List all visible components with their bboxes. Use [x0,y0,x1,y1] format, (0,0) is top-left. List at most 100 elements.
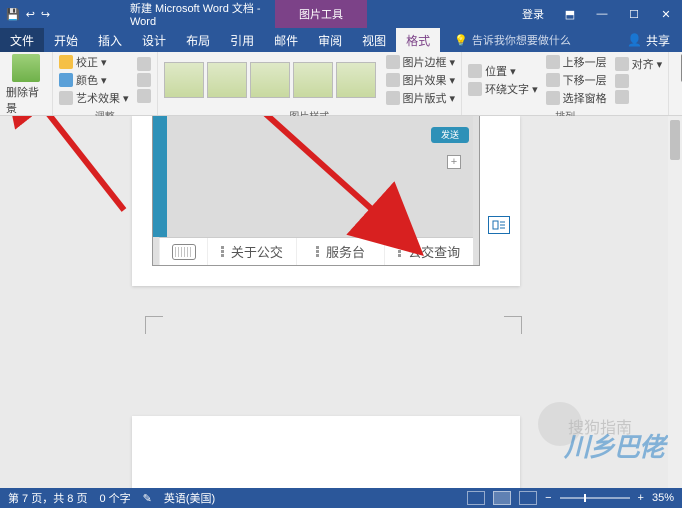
change-picture-button[interactable] [137,73,151,87]
menu-icon [316,246,322,257]
vertical-scrollbar[interactable] [668,116,682,488]
align-icon [615,57,629,71]
tab-file[interactable]: 文件 [0,28,44,52]
group-arrange: 位置 ▾ 环绕文字 ▾ 上移一层 下移一层 选择窗格 对齐 ▾ 排列 [462,52,669,115]
align-label: 对齐 [632,56,654,72]
phone-bottom-tabs: 关于公交 服务台 公交查询 [159,237,473,265]
minimize-icon[interactable]: — [586,8,618,21]
maximize-icon[interactable]: ☐ [618,8,650,21]
read-mode-button[interactable] [467,491,485,505]
save-icon[interactable]: 💾 [6,8,20,21]
layout-options-button[interactable] [488,216,510,234]
change-icon [137,73,151,87]
tell-me-search[interactable]: 💡 告诉我你想要做什么 [440,28,571,52]
zoom-in-button[interactable]: + [638,492,644,504]
print-layout-button[interactable] [493,491,511,505]
phone-service-tab: 服务台 [296,238,385,265]
zoom-out-button[interactable]: − [545,492,551,504]
lightbulb-icon: 💡 [454,34,468,47]
ribbon: 删除背景 校正 ▾ 颜色 ▾ 艺术效果 ▾ 调整 [0,52,682,116]
phone-about-tab: 关于公交 [207,238,296,265]
tab-design[interactable]: 设计 [132,28,176,52]
style-thumb[interactable] [336,62,376,98]
menu-icon [221,246,227,257]
tab-view[interactable]: 视图 [352,28,396,52]
tab-format[interactable]: 格式 [396,28,440,52]
wrap-icon [468,82,482,96]
sun-icon [59,55,73,69]
reset-button[interactable] [137,89,151,103]
tab-insert[interactable]: 插入 [88,28,132,52]
language-indicator[interactable]: 英语(美国) [164,490,215,506]
send-backward-button[interactable]: 下移一层 [546,72,607,88]
rotate-button[interactable] [615,90,663,104]
backward-label: 下移一层 [563,72,607,88]
account-sign-in[interactable]: 登录 [512,6,554,22]
inserted-picture[interactable]: 发送 + 关于公交 服务台 公交查询 [152,116,480,266]
remove-background-button[interactable]: 删除背景 [6,54,46,116]
zoom-level[interactable]: 35% [652,492,674,504]
tab-references[interactable]: 引用 [220,28,264,52]
group-size: 裁剪 ↕▴▾ ↔▴▾ 大小 [669,52,682,115]
group-picture-styles: 图片边框 ▾ 图片效果 ▾ 图片版式 ▾ 图片样式 [158,52,463,115]
reset-icon [137,89,151,103]
select-pane-icon [546,91,560,105]
title-bar: 💾 ↩ ↪ 新建 Microsoft Word 文档 - Word 图片工具 登… [0,0,682,28]
zoom-slider[interactable] [560,497,630,499]
backward-icon [546,73,560,87]
picture-layout-button[interactable]: 图片版式 ▾ [386,90,456,106]
style-thumb[interactable] [250,62,290,98]
picture-style-gallery[interactable] [164,62,376,98]
wrap-text-button[interactable]: 环绕文字 ▾ [468,81,538,97]
page-corner-mark [504,316,522,334]
select-pane-label: 选择窗格 [563,90,607,106]
wrap-label: 环绕文字 [485,81,529,97]
scrollbar-thumb[interactable] [670,120,680,160]
style-thumb[interactable] [293,62,333,98]
color-label: 颜色 [76,72,98,88]
proofing-icon[interactable]: ✎ [143,492,152,505]
remove-bg-icon [12,54,40,82]
document-title: 新建 Microsoft Word 文档 - Word [90,0,275,28]
bring-forward-button[interactable]: 上移一层 [546,54,607,70]
tell-me-placeholder: 告诉我你想要做什么 [472,32,571,48]
picture-effects-button[interactable]: 图片效果 ▾ [386,72,456,88]
tab-review[interactable]: 审阅 [308,28,352,52]
color-button[interactable]: 颜色 ▾ [59,72,129,88]
border-label: 图片边框 [403,54,447,70]
selection-pane-button[interactable]: 选择窗格 [546,90,607,106]
service-label: 服务台 [326,242,365,261]
window-controls: ⬒ — ☐ ✕ [554,8,682,21]
artistic-effects-button[interactable]: 艺术效果 ▾ [59,90,129,106]
contextual-tab-title: 图片工具 [275,0,367,28]
position-button[interactable]: 位置 ▾ [468,63,538,79]
document-area[interactable]: 发送 + 关于公交 服务台 公交查询 搜狗指南 川乡巴佬 [0,116,682,488]
compress-icon [137,57,151,71]
page-indicator[interactable]: 第 7 页，共 8 页 [8,490,87,506]
rotate-icon [615,90,629,104]
style-thumb[interactable] [164,62,204,98]
crop-button[interactable]: 裁剪 [675,54,682,100]
status-bar: 第 7 页，共 8 页 0 个字 ✎ 英语(美国) − + 35% [0,488,682,508]
compress-button[interactable] [137,57,151,71]
redo-icon[interactable]: ↪ [41,8,50,21]
tab-layout[interactable]: 布局 [176,28,220,52]
picture-border-button[interactable]: 图片边框 ▾ [386,54,456,70]
corrections-label: 校正 [76,54,98,70]
artistic-label: 艺术效果 [76,90,120,106]
share-button[interactable]: 👤 共享 [615,28,682,52]
phone-left-strip [153,116,167,237]
align-button[interactable]: 对齐 ▾ [615,56,663,72]
border-icon [386,55,400,69]
close-icon[interactable]: ✕ [650,8,682,21]
web-layout-button[interactable] [519,491,537,505]
word-count[interactable]: 0 个字 [99,490,130,506]
share-label: 共享 [646,32,670,49]
group-button[interactable] [615,74,663,88]
style-thumb[interactable] [207,62,247,98]
tab-home[interactable]: 开始 [44,28,88,52]
ribbon-display-icon[interactable]: ⬒ [554,8,586,21]
undo-icon[interactable]: ↩ [26,8,35,21]
corrections-button[interactable]: 校正 ▾ [59,54,129,70]
tab-mailings[interactable]: 邮件 [264,28,308,52]
